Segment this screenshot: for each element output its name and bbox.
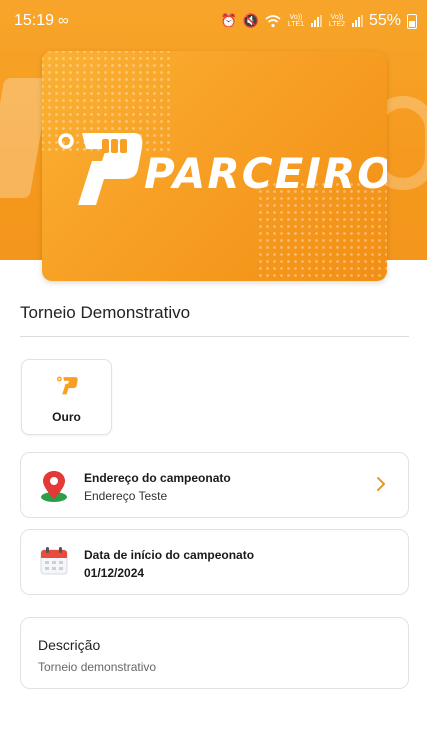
- page-title: Torneio Demonstrativo: [20, 303, 191, 322]
- description-title: Descrição: [38, 637, 101, 653]
- chevron-right-icon[interactable]: [376, 476, 386, 492]
- lte2-indicator: Vo)) LTE2: [328, 14, 346, 28]
- address-label: Endereço do campeonato: [84, 471, 231, 485]
- signal-icon: [310, 15, 322, 27]
- address-value: Endereço Teste: [84, 489, 168, 503]
- title-divider: [20, 336, 409, 337]
- address-card[interactable]: Endereço do campeonato Endereço Teste: [20, 452, 409, 518]
- parceiro-logo-icon: [56, 376, 78, 395]
- start-date-value: 01/12/2024: [84, 566, 145, 580]
- wifi-icon: [265, 15, 281, 28]
- signal-icon: [351, 15, 363, 27]
- battery-percent: 55%: [368, 12, 401, 29]
- description-text: Torneio demonstrativo: [38, 660, 157, 674]
- lte1-indicator: Vo)) LTE1: [287, 14, 305, 28]
- tournament-banner: PARCEIRO: [42, 51, 387, 281]
- status-bar: 15:19 ∞ ⏰ 🔇 Vo)) LTE1 Vo)) LTE2 55%: [0, 0, 427, 44]
- calendar-icon: [40, 547, 68, 575]
- tier-label: Ouro: [52, 410, 81, 424]
- start-date-label: Data de início do campeonato: [84, 548, 255, 562]
- location-pin-icon: [41, 471, 67, 502]
- fist-p-icon: [58, 133, 143, 205]
- mute-icon: 🔇: [242, 13, 259, 28]
- description-card: Descrição Torneio demonstrativo: [20, 617, 409, 689]
- alarm-icon: ⏰: [220, 13, 237, 28]
- parceiro-logo: PARCEIRO: [52, 121, 387, 211]
- link-icon: ∞: [58, 12, 69, 29]
- battery-icon: [407, 13, 417, 29]
- logo-text: PARCEIRO: [144, 149, 387, 198]
- status-time: 15:19: [14, 12, 55, 29]
- status-icons: ⏰ 🔇 Vo)) LTE1 Vo)) LTE2 55%: [221, 12, 417, 30]
- start-date-card: Data de início do campeonato 01/12/2024: [20, 529, 409, 595]
- tier-card[interactable]: Ouro: [21, 359, 112, 435]
